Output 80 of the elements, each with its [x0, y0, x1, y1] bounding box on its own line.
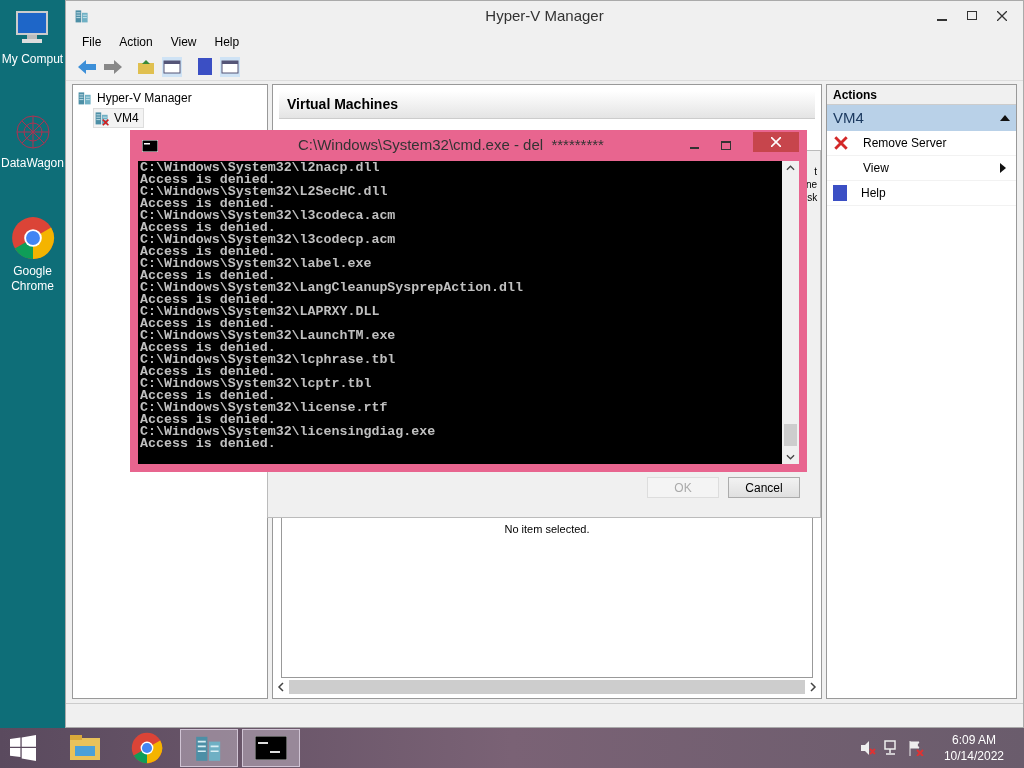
scroll-up-icon[interactable] [786, 165, 795, 171]
menu-item[interactable]: File [74, 33, 110, 51]
console-line: C:\Windows\System32\l3codecp.acm [140, 234, 396, 246]
x-icon [833, 135, 849, 151]
close-icon[interactable] [997, 11, 1007, 21]
app-icon [74, 8, 90, 24]
console-line: Access is denied. [140, 270, 276, 282]
scroll-right-icon[interactable] [809, 682, 817, 692]
console-line: Access is denied. [140, 318, 276, 330]
clock-time[interactable]: 6:09 AM [951, 732, 996, 748]
console-line: Access is denied. [140, 390, 276, 402]
server-icon [77, 90, 93, 106]
console-title: C:\Windows\System32\cmd.exe - del ********* [298, 135, 604, 156]
task-link[interactable]: View [827, 156, 1016, 181]
tree-item[interactable]: Hyper-V Manager [97, 89, 192, 107]
console-line: C:\Windows\System32\LaunchTM.exe [140, 330, 396, 342]
dialog-button[interactable]: Cancel [728, 477, 800, 498]
column-header-fragment: sk [807, 191, 818, 204]
submenu-arrow-icon [1000, 163, 1006, 173]
column-header-fragment: ne [806, 178, 818, 191]
menu-item[interactable]: Action [111, 33, 161, 51]
console-line: C:\Windows\System32\licensingdiag.exe [140, 426, 436, 438]
console-line: C:\Windows\System32\LangCleanupSysprepAction.dll [140, 282, 523, 294]
pane-toggle-icon[interactable] [162, 56, 182, 77]
taskbar-button[interactable] [242, 729, 300, 767]
flag-icon[interactable] [907, 740, 924, 756]
tree-item[interactable]: VM4 [93, 108, 144, 128]
console-line: Access is denied. [140, 222, 276, 234]
clock-date[interactable]: 10/14/2022 [943, 748, 1004, 764]
status-message: No item selected. [504, 522, 590, 537]
console-line: Access is denied. [140, 246, 276, 258]
pane-title: Actions [833, 86, 878, 104]
console-line: C:\Windows\System32\l2nacp.dll [140, 162, 380, 174]
speaker-muted-icon[interactable] [859, 740, 876, 756]
console-line: Access is denied. [140, 438, 276, 450]
column-header-fragment: t [814, 165, 818, 178]
console-line: C:\Windows\System32\L2SecHC.dll [140, 186, 388, 198]
console-line: Access is denied. [140, 342, 276, 354]
console-line: Access is denied. [140, 198, 276, 210]
scroll-down-icon[interactable] [786, 454, 795, 460]
action-group-header[interactable]: VM4 [827, 105, 1016, 131]
horizontal-scrollbar[interactable] [276, 678, 817, 696]
console-icon [255, 736, 287, 760]
task-link[interactable]: Help [827, 181, 1016, 206]
console-line: Access is denied. [140, 366, 276, 378]
chrome-icon [131, 732, 163, 764]
scroll-left-icon[interactable] [276, 682, 285, 692]
scrollbar-thumb[interactable] [784, 424, 797, 446]
console-line: C:\Windows\System32\label.exe [140, 258, 372, 270]
close-icon [771, 136, 781, 147]
menu-item[interactable]: Help [206, 33, 248, 51]
console-line: C:\Windows\System32\LAPRXY.DLL [140, 306, 380, 318]
folder-up-icon[interactable] [138, 58, 154, 75]
console-line: Access is denied. [140, 414, 276, 426]
windows-logo-icon[interactable] [10, 735, 36, 761]
close-button[interactable] [753, 131, 799, 152]
console-line: C:\Windows\System32\lcphrase.tbl [140, 354, 396, 366]
desktop-icon-label[interactable]: My Comput [0, 52, 65, 67]
console-line: C:\Windows\System32\license.rtf [140, 402, 388, 414]
console-line: Access is denied. [140, 294, 276, 306]
server-error-icon [94, 110, 110, 126]
maximize-icon[interactable] [967, 11, 977, 20]
menu-item[interactable]: View [162, 33, 205, 51]
vertical-scrollbar[interactable] [782, 161, 799, 464]
desktop-icon-label[interactable]: DataWagon [0, 156, 65, 171]
console-icon [142, 139, 158, 152]
console-line: C:\Windows\System32\l3codeca.acm [140, 210, 396, 222]
collapse-caret-icon [1000, 115, 1010, 121]
back-arrow-icon[interactable] [78, 59, 96, 74]
pane-toggle-icon[interactable] [220, 56, 240, 77]
minimize-icon[interactable] [690, 146, 699, 149]
console-line: C:\Windows\System32\lcptr.tbl [140, 378, 372, 390]
folder-icon [69, 734, 101, 762]
desktop-icon-label[interactable]: Google Chrome [0, 264, 65, 294]
chrome-icon [10, 216, 55, 260]
task-link[interactable]: Remove Server [827, 131, 1016, 156]
section-title: Virtual Machines [286, 95, 398, 114]
window-title: Hyper-V Manager [485, 5, 604, 26]
console-line: Access is denied. [140, 174, 276, 186]
forward-arrow-icon[interactable] [104, 59, 122, 74]
